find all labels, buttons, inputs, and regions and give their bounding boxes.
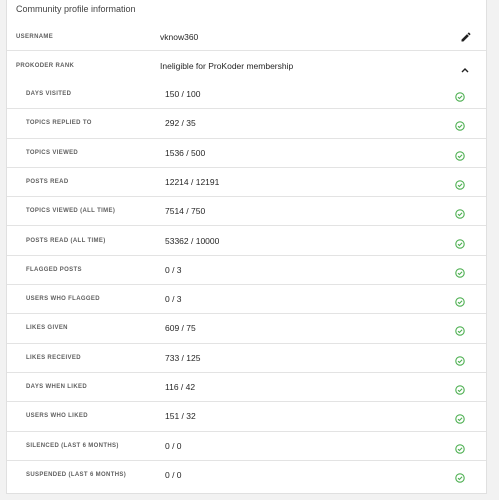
- check-circle-icon: [455, 118, 465, 132]
- stat-row: POSTS READ (ALL TIME) 53362 / 10000: [7, 227, 486, 256]
- check-circle-icon: [455, 236, 465, 249]
- stat-row: POSTS READ 12214 / 12191: [7, 168, 486, 198]
- stat-value: 116 / 42: [165, 382, 196, 392]
- stat-row: FLAGGED POSTS 0 / 3: [7, 256, 486, 286]
- stat-row: TOPICS VIEWED 1536 / 500: [7, 139, 486, 168]
- stat-label: DAYS VISITED: [26, 91, 72, 97]
- check-circle-icon: [455, 148, 465, 161]
- edit-username-button[interactable]: [460, 30, 472, 42]
- stat-label: DAYS WHEN LIKED: [26, 384, 88, 390]
- stat-row: DAYS VISITED 150 / 100: [7, 80, 486, 110]
- stat-label: TOPICS REPLIED TO: [26, 120, 92, 127]
- check-circle-icon: [455, 265, 465, 278]
- stat-value: 53362 / 10000: [165, 235, 220, 246]
- stat-row: LIKES RECEIVED 733 / 125: [7, 344, 486, 373]
- stat-label: USERS WHO LIKED: [26, 413, 88, 420]
- card-title: Community profile information: [16, 4, 136, 14]
- check-circle-icon: [455, 89, 465, 102]
- check-circle-icon: [455, 382, 465, 395]
- chevron-up-icon: [461, 68, 469, 73]
- stat-value: 0 / 3: [165, 264, 182, 275]
- stat-label: SUSPENDED (LAST 6 MONTHS): [26, 471, 127, 478]
- pencil-icon: [461, 32, 471, 42]
- stat-value: 0 / 3: [165, 294, 182, 305]
- stat-label: POSTS READ (ALL TIME): [26, 237, 106, 244]
- stat-value: 292 / 35: [165, 118, 196, 129]
- collapse-rank-button[interactable]: [460, 61, 470, 73]
- check-circle-icon: [455, 206, 465, 219]
- stat-value: 0 / 0: [165, 469, 182, 480]
- check-circle-icon: [455, 294, 465, 307]
- stat-label: FLAGGED POSTS: [26, 266, 82, 273]
- stat-label: USERS WHO FLAGGED: [26, 296, 100, 303]
- stat-value: 1536 / 500: [165, 147, 206, 158]
- prokoder-rank-label: PROKODER RANK: [16, 63, 75, 69]
- profile-card: Community profile information USERNAME v…: [6, 0, 487, 494]
- check-circle-icon: [455, 353, 465, 366]
- check-circle-icon: [455, 323, 465, 337]
- prokoder-rank-value: Ineligible for ProKoder membership: [160, 61, 294, 71]
- check-circle-icon: [455, 441, 465, 454]
- stat-label: TOPICS VIEWED (ALL TIME): [26, 208, 116, 215]
- prokoder-rank-row[interactable]: PROKODER RANK Ineligible for ProKoder me…: [7, 51, 486, 80]
- stat-row: SUSPENDED (LAST 6 MONTHS) 0 / 0: [7, 461, 486, 490]
- stat-label: TOPICS VIEWED: [26, 149, 79, 156]
- username-row: USERNAME vknow360: [7, 22, 486, 51]
- stat-label: LIKES GIVEN: [26, 325, 68, 332]
- stat-value: 609 / 75: [165, 323, 196, 334]
- check-circle-icon: [455, 470, 465, 483]
- stat-row: SILENCED (LAST 6 MONTHS) 0 / 0: [7, 432, 486, 461]
- check-circle-icon: [455, 411, 465, 425]
- stat-value: 7514 / 750: [165, 206, 206, 217]
- stat-label: SILENCED (LAST 6 MONTHS): [26, 442, 119, 449]
- username-label: USERNAME: [16, 34, 54, 40]
- stat-label: POSTS READ: [26, 178, 69, 185]
- check-circle-icon: [455, 177, 465, 190]
- stat-value: 733 / 125: [165, 352, 201, 363]
- stat-row: TOPICS VIEWED (ALL TIME) 7514 / 750: [7, 197, 486, 227]
- stat-row: USERS WHO FLAGGED 0 / 3: [7, 285, 486, 315]
- stat-value: 150 / 100: [165, 89, 201, 99]
- stat-row: LIKES GIVEN 609 / 75: [7, 314, 486, 344]
- stat-row: DAYS WHEN LIKED 116 / 42: [7, 373, 486, 403]
- username-value: vknow360: [160, 32, 199, 42]
- stat-label: LIKES RECEIVED: [26, 354, 81, 361]
- stat-value: 151 / 32: [165, 411, 196, 422]
- stat-value: 0 / 0: [165, 440, 182, 451]
- stat-row: USERS WHO LIKED 151 / 32: [7, 402, 486, 432]
- stat-value: 12214 / 12191: [165, 176, 220, 187]
- stat-row: TOPICS REPLIED TO 292 / 35: [7, 109, 486, 139]
